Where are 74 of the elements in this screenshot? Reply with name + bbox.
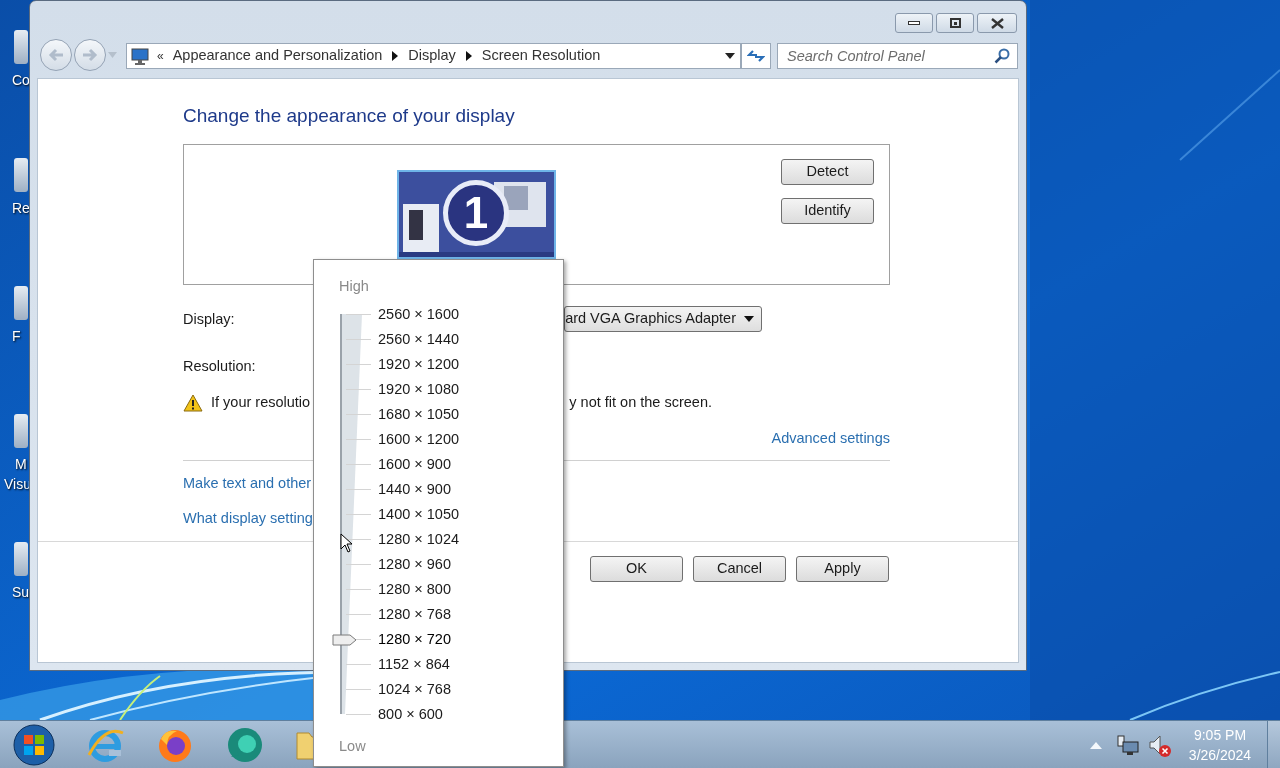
breadcrumb-arrow-icon[interactable] <box>465 51 472 61</box>
resolution-option[interactable]: 1280 × 800 <box>378 578 451 601</box>
search-field[interactable]: Search Control Panel <box>777 43 1018 69</box>
resolution-option[interactable]: 1920 × 1200 <box>378 353 460 376</box>
dropdown-arrow-icon[interactable] <box>725 53 735 59</box>
show-hidden-icons-arrow[interactable] <box>1090 741 1102 749</box>
breadcrumb-item[interactable]: Screen Resolution <box>481 45 601 67</box>
desktop-shortcut-icon[interactable] <box>14 414 28 448</box>
resolution-option[interactable]: 1280 × 720 <box>378 628 451 651</box>
mouse-cursor-icon <box>340 533 354 553</box>
warning-text: If your resolutio <box>211 392 312 412</box>
resolution-option[interactable]: 1152 × 864 <box>378 653 450 676</box>
desktop-icon-label: Su <box>12 583 30 602</box>
resolution-option[interactable]: 800 × 600 <box>378 703 443 726</box>
address-bar[interactable]: « Appearance and Personalization Display Screen Resolution <box>126 43 741 69</box>
display-label: Display: <box>183 311 235 327</box>
maximize-button[interactable] <box>936 13 974 33</box>
slider-thumb[interactable] <box>332 633 357 646</box>
back-button[interactable] <box>40 39 72 71</box>
page-heading: Change the appearance of your display <box>183 105 516 127</box>
dropdown-arrow-icon <box>744 316 754 322</box>
warning-icon <box>183 393 203 412</box>
breadcrumb-arrow-icon[interactable] <box>392 51 399 61</box>
resolution-option[interactable]: 1920 × 1080 <box>378 378 460 401</box>
advanced-settings-link[interactable]: Advanced settings <box>771 427 890 450</box>
forward-button[interactable] <box>74 39 106 71</box>
display-dropdown[interactable]: ard VGA Graphics Adapter <box>564 306 762 332</box>
low-label: Low <box>339 737 366 756</box>
breadcrumb-item[interactable]: Appearance and Personalization <box>172 45 383 67</box>
desktop-icon-label: Co <box>12 71 30 90</box>
desktop-icon-label: Re <box>12 199 30 218</box>
search-icon <box>994 48 1010 64</box>
close-icon <box>990 17 1004 29</box>
resolution-option[interactable]: 1280 × 1024 <box>378 528 460 551</box>
muted-speaker-icon[interactable] <box>1148 734 1172 758</box>
resolution-label: Resolution: <box>183 357 256 376</box>
refresh-button[interactable] <box>741 43 771 69</box>
resolution-option[interactable]: 1600 × 1200 <box>378 428 460 451</box>
desktop-shortcut-icon[interactable] <box>14 158 28 192</box>
minimize-button[interactable] <box>895 13 933 33</box>
help-link[interactable]: What display setting <box>183 508 313 530</box>
resolution-option[interactable]: 1280 × 960 <box>378 553 451 576</box>
high-label: High <box>339 277 369 296</box>
monitor-thumbnail[interactable]: 1 <box>397 170 556 259</box>
desktop-shortcut-icon[interactable] <box>14 30 28 64</box>
warning-text: y not fit on the screen. <box>569 392 712 412</box>
chevron-icon: « <box>157 50 164 62</box>
side-button[interactable]: Detect <box>781 159 874 185</box>
dialog-button[interactable]: Apply <box>796 556 889 582</box>
desktop-icon-label: M <box>15 455 27 474</box>
resolution-option[interactable]: 1400 × 1050 <box>378 503 460 526</box>
close-button[interactable] <box>977 13 1017 33</box>
help-link[interactable]: Make text and other <box>183 472 312 495</box>
start-button[interactable] <box>13 724 55 766</box>
resolution-option[interactable]: 1600 × 900 <box>378 453 451 476</box>
resolution-option[interactable]: 1024 × 768 <box>378 678 451 701</box>
monitor-icon <box>131 47 149 65</box>
network-icon[interactable] <box>1117 735 1139 757</box>
resolution-option[interactable]: 1680 × 1050 <box>378 403 460 426</box>
refresh-icon <box>747 49 765 63</box>
side-button[interactable]: Identify <box>781 198 874 224</box>
dialog-button[interactable]: OK <box>590 556 683 582</box>
resolution-option[interactable]: 2560 × 1600 <box>378 303 460 326</box>
breadcrumb-item[interactable]: Display <box>408 45 456 67</box>
resolution-option[interactable]: 1280 × 768 <box>378 603 451 626</box>
dialog-button[interactable]: Cancel <box>693 556 786 582</box>
show-desktop-button[interactable] <box>1267 721 1280 768</box>
desktop-icon-label: F <box>12 327 21 346</box>
desktop-shortcut-icon[interactable] <box>14 286 28 320</box>
desktop-shortcut-icon[interactable] <box>14 542 28 576</box>
back-arrow-icon <box>48 48 64 62</box>
resolution-option[interactable]: 1440 × 900 <box>378 478 451 501</box>
forward-arrow-icon <box>82 48 98 62</box>
resolution-option[interactable]: 2560 × 1440 <box>378 328 460 351</box>
